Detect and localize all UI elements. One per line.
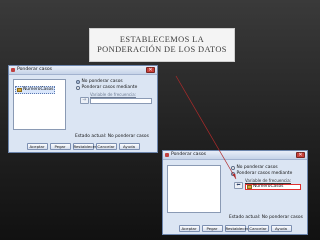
- left-arrow-icon: ⬅: [236, 182, 241, 188]
- weight-by-option[interactable]: Ponderar casos mediante: [231, 171, 292, 177]
- weight-cases-dialog-before: Ponderar casos ✕ NumeroCasos No ponderar…: [8, 65, 158, 153]
- frequency-variable-label: Variable de frecuencia:: [90, 92, 137, 97]
- reset-button[interactable]: Restablecer: [72, 143, 96, 150]
- radio-selected-icon: [231, 172, 235, 176]
- move-variable-button[interactable]: ⬅: [234, 182, 243, 189]
- ok-button[interactable]: Aceptar: [178, 225, 200, 232]
- dialog-title: Ponderar casos: [17, 67, 53, 72]
- paste-button[interactable]: Pegar: [201, 225, 223, 232]
- scale-variable-icon: [247, 185, 252, 189]
- radio-selected-icon: [76, 80, 80, 84]
- frequency-variable-field[interactable]: [90, 98, 152, 104]
- app-icon: [11, 68, 15, 72]
- ok-button[interactable]: Aceptar: [26, 143, 48, 150]
- slide-title-banner: ESTABLECEMOS LA PONDERACIÓN DE LOS DATOS: [89, 28, 235, 62]
- close-icon[interactable]: ✕: [296, 152, 305, 158]
- radio-unselected-icon: [231, 166, 235, 170]
- weight-by-label: Ponderar casos mediante: [236, 171, 293, 176]
- frequency-variable-value: NumeroCasos: [253, 184, 284, 189]
- current-status: Estado actual: No ponderar casos: [229, 215, 303, 220]
- list-item[interactable]: NumeroCasos: [15, 86, 56, 94]
- radio-unselected-icon: [76, 86, 80, 90]
- help-button[interactable]: Ayuda: [118, 143, 140, 150]
- close-icon[interactable]: ✕: [146, 67, 155, 73]
- dialog-button-row: Aceptar Pegar Restablecer Cancelar Ayuda: [163, 225, 307, 232]
- paste-button[interactable]: Pegar: [49, 143, 71, 150]
- reset-button[interactable]: Restablecer: [224, 225, 248, 232]
- cancel-button[interactable]: Cancelar: [247, 225, 269, 232]
- right-arrow-icon: ➔: [82, 97, 87, 103]
- dialog-button-row: Aceptar Pegar Restablecer Cancelar Ayuda: [9, 143, 157, 150]
- slide-background: ESTABLECEMOS LA PONDERACIÓN DE LOS DATOS…: [0, 0, 320, 240]
- dialog-title-bar: Ponderar casos ✕: [163, 151, 307, 160]
- weight-by-label: Ponderar casos mediante: [81, 85, 138, 90]
- variable-list[interactable]: [167, 165, 221, 213]
- dialog-title: Ponderar casos: [171, 152, 207, 157]
- app-icon: [165, 153, 169, 157]
- weight-by-option[interactable]: Ponderar casos mediante: [76, 85, 137, 91]
- frequency-variable-label: Variable de frecuencia:: [245, 178, 292, 183]
- list-item[interactable]: NumeroCasos: [246, 184, 284, 190]
- scale-variable-icon: [17, 88, 22, 92]
- current-status: Estado actual: No ponderar casos: [75, 134, 149, 139]
- weight-cases-dialog-after: Ponderar casos ✕ No ponderar casos Ponde…: [162, 150, 308, 235]
- variable-name: NumeroCasos: [23, 87, 54, 92]
- frequency-variable-field[interactable]: NumeroCasos: [245, 184, 301, 190]
- slide-title-line-2: PONDERACIÓN DE LOS DATOS: [97, 45, 227, 54]
- cancel-button[interactable]: Cancelar: [95, 143, 117, 150]
- dialog-title-bar: Ponderar casos ✕: [9, 66, 157, 75]
- slide-title-line-1: ESTABLECEMOS LA: [119, 35, 205, 44]
- variable-list[interactable]: NumeroCasos: [13, 79, 66, 130]
- move-variable-button[interactable]: ➔: [80, 97, 89, 104]
- help-button[interactable]: Ayuda: [270, 225, 292, 232]
